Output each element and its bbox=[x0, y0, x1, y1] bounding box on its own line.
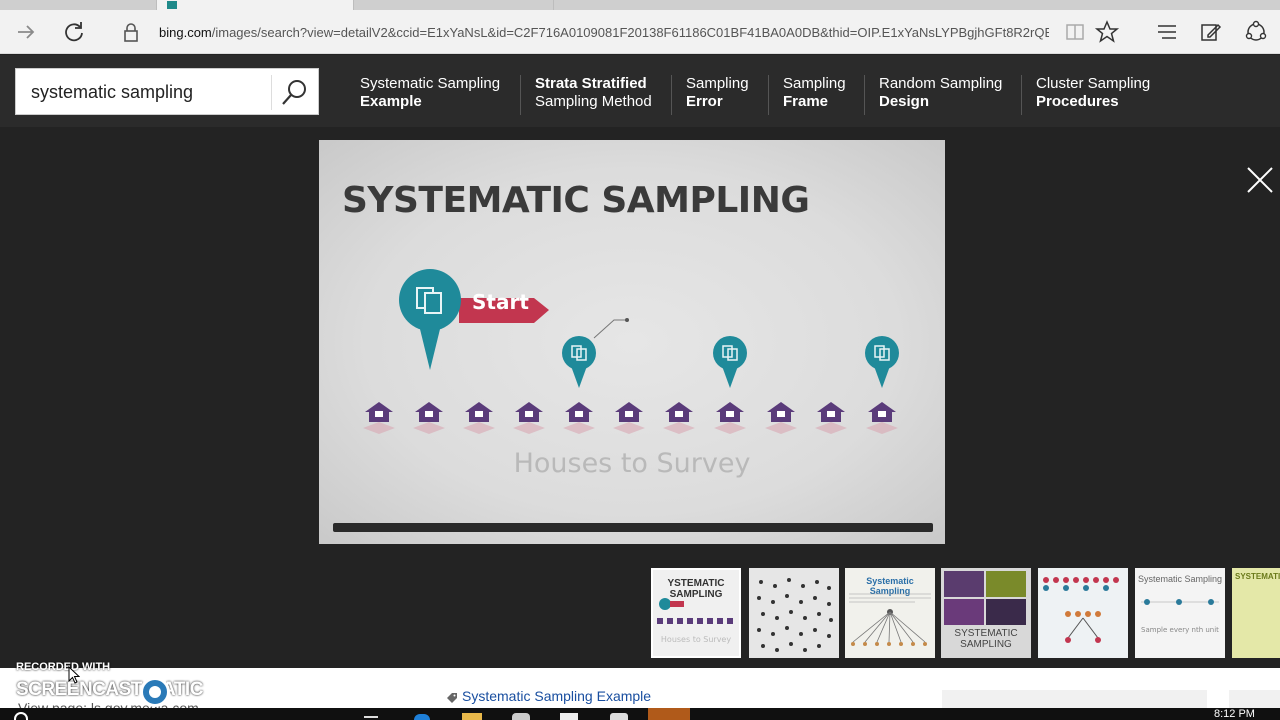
thumbnail-7[interactable]: SYSTEMATIC S bbox=[1232, 568, 1280, 658]
related-line1: Cluster Sampling bbox=[1036, 75, 1151, 92]
app-icon[interactable] bbox=[610, 713, 628, 720]
search-box: systematic sampling bbox=[15, 68, 319, 115]
thumb-tile bbox=[944, 599, 984, 625]
tab-previous[interactable] bbox=[0, 0, 157, 10]
store-icon[interactable] bbox=[512, 713, 530, 720]
svg-text:Sample every nth unit: Sample every nth unit bbox=[1141, 626, 1219, 634]
tab-strip bbox=[0, 0, 1280, 10]
refresh-icon[interactable] bbox=[60, 18, 88, 46]
reading-view-icon[interactable] bbox=[1061, 18, 1089, 46]
thumb-tile bbox=[944, 571, 984, 597]
url-path: /images/search?view=detailV2&ccid=E1xYaN… bbox=[211, 25, 1049, 40]
mouse-cursor-icon bbox=[68, 665, 81, 689]
related-search-1[interactable]: Systematic Sampling Example bbox=[346, 75, 500, 115]
image-source-link[interactable]: Systematic Sampling Example bbox=[462, 688, 651, 704]
thumb-tile bbox=[986, 571, 1026, 597]
related-search-6[interactable]: Cluster Sampling Procedures bbox=[1021, 75, 1150, 115]
thumbnail-art bbox=[757, 578, 833, 652]
thumbnail-art: Houses to Survey bbox=[657, 598, 733, 644]
thumbnail-caption: SYSTEMATIC SAMPLING bbox=[954, 628, 1018, 650]
start-label: Start bbox=[472, 290, 529, 314]
related-search-3[interactable]: Sampling Error bbox=[671, 75, 749, 115]
thumbnail-4[interactable]: SYSTEMATIC SAMPLING bbox=[941, 568, 1031, 658]
info-panel-right bbox=[1229, 690, 1280, 708]
hub-icon[interactable] bbox=[1153, 18, 1181, 46]
taskbar-clock[interactable]: 8:12 PM bbox=[1214, 708, 1255, 720]
info-panel bbox=[942, 690, 1207, 708]
record-dot bbox=[149, 686, 161, 698]
thumbnail-5[interactable] bbox=[1038, 568, 1128, 658]
tag-icon bbox=[446, 691, 458, 709]
related-line2: Frame bbox=[783, 93, 829, 110]
url-field[interactable]: bing.com/images/search?view=detailV2&cci… bbox=[159, 23, 1049, 43]
thumbnail-art bbox=[849, 593, 931, 646]
screencast-logo: SCREENCAST MATIC bbox=[16, 679, 203, 700]
related-line2: Procedures bbox=[1036, 93, 1119, 110]
main-image[interactable]: SYSTEMATIC SAMPLING Start Houses to Surv… bbox=[319, 140, 945, 544]
file-explorer-icon[interactable] bbox=[462, 713, 482, 720]
close-icon[interactable] bbox=[1244, 164, 1276, 196]
forward-arrow-icon[interactable] bbox=[12, 18, 40, 46]
favorite-star-icon[interactable] bbox=[1093, 18, 1121, 46]
related-line1: Random Sampling bbox=[879, 75, 1003, 92]
related-line1: Sampling bbox=[783, 75, 846, 92]
thumbnail-caption: Systematic Sampling bbox=[1137, 574, 1223, 584]
active-app-icon[interactable] bbox=[648, 708, 690, 720]
bing-header: systematic sampling Systematic Sampling E… bbox=[0, 55, 1280, 127]
thumbnail-2[interactable] bbox=[749, 568, 839, 658]
task-view-icon[interactable] bbox=[364, 716, 378, 718]
tab-next[interactable] bbox=[354, 0, 554, 10]
dropbox-icon[interactable] bbox=[560, 713, 578, 720]
related-line2: Design bbox=[879, 93, 930, 110]
thumbnail-art: Sample every nth unit bbox=[1141, 599, 1219, 634]
url-host: bing.com bbox=[159, 25, 212, 40]
image-illustration bbox=[363, 269, 899, 434]
address-bar: bing.com/images/search?view=detailV2&cci… bbox=[0, 10, 1280, 54]
thumbnail-3[interactable]: Systematic Sampling bbox=[845, 568, 935, 658]
related-line1: Sampling bbox=[686, 75, 749, 92]
houses-row bbox=[363, 402, 898, 434]
related-line1: Strata Stratified bbox=[535, 75, 647, 92]
image-subtitle: Houses to Survey bbox=[513, 448, 751, 479]
related-search-5[interactable]: Random Sampling Design bbox=[864, 75, 1002, 115]
search-divider bbox=[271, 75, 272, 110]
search-circle-icon[interactable] bbox=[14, 712, 28, 720]
related-line2: Example bbox=[360, 93, 422, 110]
search-icon[interactable] bbox=[278, 77, 312, 109]
search-input[interactable]: systematic sampling bbox=[31, 82, 193, 103]
related-search-2[interactable]: Strata Stratified Sampling Method bbox=[520, 75, 652, 115]
share-icon[interactable] bbox=[1242, 18, 1270, 46]
taskbar bbox=[0, 708, 1280, 720]
thumbnail-caption: SYSTEMATIC S bbox=[1235, 572, 1280, 581]
related-search-4[interactable]: Sampling Frame bbox=[768, 75, 846, 115]
tab-favicon bbox=[167, 1, 177, 9]
thumb-tile bbox=[986, 599, 1026, 625]
recorded-with-label: RECORDED WITH bbox=[16, 661, 111, 673]
thumbnail-6[interactable]: Systematic Sampling Sample every nth uni… bbox=[1135, 568, 1225, 658]
related-line2: Error bbox=[686, 93, 723, 110]
related-line2: Sampling Method bbox=[535, 93, 652, 110]
tab-current[interactable] bbox=[157, 0, 354, 10]
web-note-icon[interactable] bbox=[1197, 18, 1225, 46]
thumbnail-1[interactable]: YSTEMATIC SAMPLING Houses to Survey bbox=[651, 568, 741, 658]
thumbnail-art bbox=[1043, 577, 1119, 643]
browser-window: bing.com/images/search?view=detailV2&cci… bbox=[0, 0, 1280, 720]
screencast-record-icon bbox=[140, 677, 170, 707]
edge-browser-icon[interactable] bbox=[414, 714, 430, 720]
related-line1: Systematic Sampling bbox=[360, 75, 501, 92]
svg-text:Houses to Survey: Houses to Survey bbox=[661, 635, 731, 644]
lock-icon bbox=[117, 18, 145, 46]
image-bottom-bar bbox=[333, 523, 933, 532]
